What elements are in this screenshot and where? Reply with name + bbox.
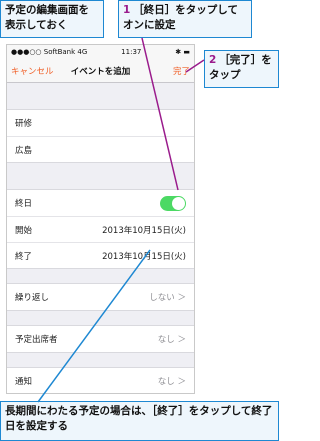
navigation-bar: キャンセル イベントを追加 完了 — [7, 58, 194, 83]
nav-title: イベントを追加 — [70, 67, 131, 77]
step1-number: 1 — [123, 4, 131, 16]
repeat-group: 繰り返し しない ＞ — [7, 283, 194, 311]
end-date: 2013年10月15日(火) — [102, 251, 186, 262]
title-field[interactable]: 研修 — [7, 110, 194, 136]
repeat-value: しない ＞ — [149, 293, 186, 303]
end-label: 終了 — [15, 251, 33, 262]
callout-end-date: 長期間にわたる予定の場合は、［終了］をタップして終了日を設定する — [0, 401, 279, 441]
start-label: 開始 — [15, 225, 33, 236]
phone-screen: ●●●○○ SoftBank 4G 11:37 ✱ ▬ キャンセル イベントを追… — [6, 44, 195, 394]
callout-end-date-text: 長期間にわたる予定の場合は、［終了］をタップして終了日を設定する — [5, 405, 273, 432]
callout-step2: 2 ［完了］をタップ — [204, 50, 279, 88]
callout-open-edit-text: 予定の編集画面を表示しておく — [5, 4, 89, 31]
carrier-label: ●●●○○ SoftBank 4G — [11, 47, 88, 56]
alert-row[interactable]: 通知 なし ＞ — [7, 368, 194, 393]
invitees-row[interactable]: 予定出席者 なし ＞ — [7, 326, 194, 352]
clock: 11:37 — [121, 47, 142, 56]
repeat-row[interactable]: 繰り返し しない ＞ — [7, 284, 194, 310]
location-field-value: 広島 — [15, 145, 33, 156]
callout-step1: 1 ［終日］をタップしてオンに設定 — [118, 0, 252, 38]
alert-value: なし ＞ — [157, 377, 186, 387]
end-row[interactable]: 終了 2013年10月15日(火) — [7, 242, 194, 268]
invitees-label: 予定出席者 — [15, 335, 58, 345]
title-field-value: 研修 — [15, 119, 33, 129]
invitees-value: なし ＞ — [157, 335, 186, 345]
start-date: 2013年10月15日(火) — [102, 225, 186, 236]
allday-row: 終日 — [7, 190, 194, 216]
start-row[interactable]: 開始 2013年10月15日(火) — [7, 216, 194, 242]
callout-open-edit-screen: 予定の編集画面を表示しておく — [0, 0, 104, 38]
alert-group: 通知 なし ＞ — [7, 367, 194, 393]
allday-toggle[interactable] — [160, 195, 186, 211]
date-group: 終日 開始 2013年10月15日(火) 終了 2013年10月15日(火) — [7, 189, 194, 269]
allday-label: 終日 — [15, 199, 33, 209]
step2-text: ［完了］をタップ — [209, 54, 272, 81]
alert-label: 通知 — [15, 377, 33, 387]
toggle-knob — [172, 196, 185, 210]
title-location-group: 研修 広島 — [7, 109, 194, 163]
battery-icon: ✱ ▬ — [175, 47, 190, 56]
done-button[interactable]: 完了 — [173, 65, 190, 77]
invitees-group: 予定出席者 なし ＞ — [7, 325, 194, 353]
step2-number: 2 — [209, 54, 217, 66]
status-bar: ●●●○○ SoftBank 4G 11:37 ✱ ▬ — [7, 45, 194, 58]
step1-text: ［終日］をタップしてオンに設定 — [123, 4, 238, 31]
location-field[interactable]: 広島 — [7, 136, 194, 162]
repeat-label: 繰り返し — [15, 293, 50, 303]
